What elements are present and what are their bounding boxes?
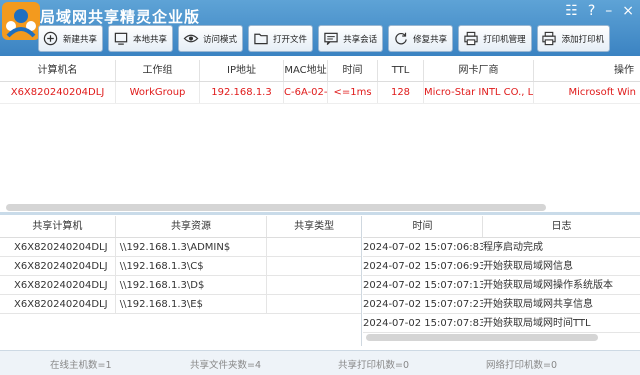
cell-mac: C-6A-02- [284, 82, 328, 103]
list-item[interactable]: 2024-07-02 15:07:06:830 程序启动完成 [363, 238, 640, 257]
cell-ip: 192.168.1.3 [200, 82, 284, 103]
add-printer-button[interactable]: 添加打印机 [536, 25, 611, 52]
log-table-header: 时间 日志 [363, 216, 640, 238]
status-online-hosts: 在线主机数=1 [50, 360, 112, 371]
access-mode-button[interactable]: 访问模式 [178, 25, 244, 52]
cell-share-type [267, 238, 361, 256]
log-message: 开始获取局域网共享信息 [483, 299, 593, 310]
log-message: 开始获取局域网操作系统版本 [483, 280, 613, 291]
log-message: 开始获取局域网信息 [483, 261, 573, 272]
list-item[interactable]: 2024-07-02 15:07:07:239 开始获取局域网共享信息 [363, 295, 640, 314]
log-time: 2024-07-02 15:07:07:239 [363, 299, 483, 310]
col-ttl[interactable]: TTL [378, 60, 424, 81]
col-log-message[interactable]: 日志 [483, 216, 640, 237]
list-item[interactable]: 2024-07-02 15:07:06:933 开始获取局域网信息 [363, 257, 640, 276]
col-share-type[interactable]: 共享类型 [267, 216, 361, 237]
list-item[interactable]: 2024-07-02 15:07:07:836 开始获取局域网时间TTL [363, 314, 640, 333]
table-row[interactable]: X6X820240204DLJ \\192.168.1.3\E$ [0, 295, 361, 314]
computer-table: 计算机名 工作组 IP地址 MAC地址 时间 TTL 网卡厂商 操作 X6X82… [0, 60, 640, 210]
cell-workgroup: WorkGroup [116, 82, 200, 103]
col-log-time[interactable]: 时间 [363, 216, 483, 237]
app-logo-icon [2, 2, 40, 40]
share-session-button[interactable]: 共享会话 [318, 25, 384, 52]
col-time[interactable]: 时间 [328, 60, 378, 81]
cell-computer-name: X6X820240204DLJ [0, 82, 116, 103]
local-share-button[interactable]: 本地共享 [108, 25, 174, 52]
status-shared-printers: 共享打印机数=0 [338, 360, 410, 371]
cell-share-computer: X6X820240204DLJ [0, 295, 116, 313]
col-computer-name[interactable]: 计算机名 [0, 60, 116, 81]
add-printer-label: 添加打印机 [561, 34, 605, 45]
col-actions[interactable]: 操作 [534, 60, 640, 81]
share-table: 共享计算机 共享资源 共享类型 X6X820240204DLJ \\192.16… [0, 216, 362, 346]
pane-splitter[interactable] [0, 212, 640, 215]
eye-icon [182, 30, 199, 47]
refresh-icon [392, 30, 409, 47]
table-row[interactable]: X6X820240204DLJ WorkGroup 192.168.1.3 C-… [0, 82, 640, 104]
cell-share-resource: \\192.168.1.3\ADMIN$ [116, 238, 268, 256]
chat-icon [322, 30, 339, 47]
share-session-label: 共享会话 [343, 34, 378, 45]
new-share-button[interactable]: 新建共享 [38, 25, 104, 52]
printer-icon [462, 30, 479, 47]
open-file-label: 打开文件 [273, 34, 308, 45]
log-table: 时间 日志 2024-07-02 15:07:06:830 程序启动完成 202… [363, 216, 640, 346]
col-workgroup[interactable]: 工作组 [116, 60, 200, 81]
new-share-label: 新建共享 [63, 34, 98, 45]
share-table-header: 共享计算机 共享资源 共享类型 [0, 216, 361, 238]
table-row[interactable]: X6X820240204DLJ \\192.168.1.3\ADMIN$ [0, 238, 361, 257]
log-message: 开始获取局域网时间TTL [483, 318, 591, 329]
cell-share-resource: \\192.168.1.3\C$ [116, 257, 268, 275]
log-time: 2024-07-02 15:07:07:836 [363, 318, 483, 329]
horizontal-scrollbar[interactable] [6, 204, 546, 211]
app-title: 局域网共享精灵企业版 [40, 8, 201, 26]
cell-share-computer: X6X820240204DLJ [0, 276, 116, 294]
open-file-button[interactable]: 打开文件 [248, 25, 314, 52]
table-row[interactable]: X6X820240204DLJ \\192.168.1.3\D$ [0, 276, 361, 295]
menu-icon[interactable]: ☷ [565, 3, 578, 19]
col-mac[interactable]: MAC地址 [284, 60, 328, 81]
cell-share-type [267, 295, 361, 313]
col-ip[interactable]: IP地址 [200, 60, 284, 81]
col-share-computer[interactable]: 共享计算机 [0, 216, 116, 237]
status-bar: 在线主机数=1 共享文件夹数=4 共享打印机数=0 网络打印机数=0 [0, 350, 640, 375]
log-message: 程序启动完成 [483, 242, 543, 253]
col-nic-vendor[interactable]: 网卡厂商 [424, 60, 534, 81]
log-time: 2024-07-02 15:07:07:132 [363, 280, 483, 291]
cell-share-type [267, 257, 361, 275]
access-mode-label: 访问模式 [203, 34, 238, 45]
col-share-resource[interactable]: 共享资源 [116, 216, 268, 237]
toolbar: 新建共享 本地共享 访问模式 打开文件 共享会话 修复共享 打印机管理 添加打印… [38, 25, 611, 52]
cell-share-resource: \\192.168.1.3\E$ [116, 295, 268, 313]
printer-add-icon [541, 30, 558, 47]
status-network-printers: 网络打印机数=0 [486, 360, 558, 371]
cell-nic-vendor: Micro-Star INTL CO., L [424, 82, 534, 103]
repair-share-button[interactable]: 修复共享 [388, 25, 454, 52]
help-icon[interactable]: ? [588, 3, 595, 19]
log-time: 2024-07-02 15:07:06:830 [363, 242, 483, 253]
cell-share-computer: X6X820240204DLJ [0, 257, 116, 275]
table-row[interactable]: X6X820240204DLJ \\192.168.1.3\C$ [0, 257, 361, 276]
log-time: 2024-07-02 15:07:06:933 [363, 261, 483, 272]
minimize-icon[interactable]: – [605, 3, 612, 19]
printer-manage-label: 打印机管理 [483, 34, 526, 45]
cell-share-resource: \\192.168.1.3\D$ [116, 276, 268, 294]
computer-table-header: 计算机名 工作组 IP地址 MAC地址 时间 TTL 网卡厂商 操作 [0, 60, 640, 82]
list-item[interactable]: 2024-07-02 15:07:07:132 开始获取局域网操作系统版本 [363, 276, 640, 295]
cell-os: Microsoft Win [568, 87, 636, 98]
repair-share-label: 修复共享 [413, 34, 448, 45]
cell-time: <=1ms [328, 82, 378, 103]
log-horizontal-scrollbar[interactable] [366, 334, 598, 341]
cell-ttl: 128 [378, 82, 424, 103]
close-icon[interactable]: × [622, 3, 634, 19]
plus-icon [42, 30, 59, 47]
cell-share-type [267, 276, 361, 294]
printer-manage-button[interactable]: 打印机管理 [458, 25, 532, 52]
cell-share-computer: X6X820240204DLJ [0, 238, 116, 256]
status-shared-folders: 共享文件夹数=4 [190, 360, 262, 371]
local-share-label: 本地共享 [133, 34, 168, 45]
folder-icon [252, 30, 269, 47]
monitor-icon [112, 30, 129, 47]
